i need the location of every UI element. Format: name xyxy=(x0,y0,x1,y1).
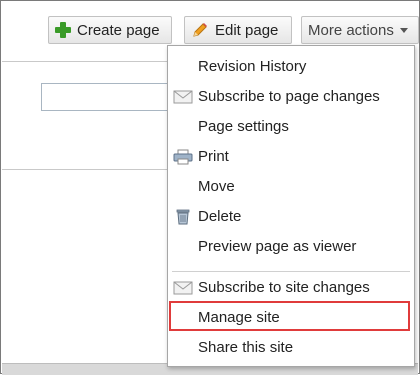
envelope-icon xyxy=(173,90,193,104)
screenshot-frame: Create page Edit page More actions Revis… xyxy=(0,0,420,375)
more-actions-menu: Revision History Subscribe to page chang… xyxy=(167,45,415,367)
menu-item-manage-site[interactable]: Manage site xyxy=(168,303,414,333)
menu-item-subscribe-site-changes[interactable]: Subscribe to site changes xyxy=(168,273,414,303)
plus-icon xyxy=(55,22,71,38)
more-actions-button[interactable]: More actions xyxy=(301,16,419,44)
create-page-label: Create page xyxy=(77,21,160,39)
chevron-down-icon xyxy=(399,28,408,33)
menu-item-subscribe-page-changes[interactable]: Subscribe to page changes xyxy=(168,82,414,112)
menu-item-delete[interactable]: Delete xyxy=(168,202,414,232)
edit-page-label: Edit page xyxy=(215,21,279,39)
menu-item-label: Page settings xyxy=(198,118,289,135)
pencil-icon xyxy=(193,23,207,37)
create-page-button[interactable]: Create page xyxy=(48,16,172,44)
menu-item-label: Print xyxy=(198,148,229,165)
menu-item-preview-as-viewer[interactable]: Preview page as viewer xyxy=(168,232,414,262)
printer-icon xyxy=(173,149,193,165)
trash-icon xyxy=(176,209,190,225)
menu-item-revision-history[interactable]: Revision History xyxy=(168,52,414,82)
menu-item-print[interactable]: Print xyxy=(168,142,414,172)
menu-item-label: Delete xyxy=(198,208,242,225)
menu-separator xyxy=(172,271,410,272)
menu-item-label: Preview page as viewer xyxy=(198,238,357,255)
menu-item-label: Share this site xyxy=(198,339,294,356)
menu-item-label: Move xyxy=(198,178,235,195)
divider xyxy=(2,169,170,170)
menu-item-label: Subscribe to page changes xyxy=(198,88,380,105)
menu-item-label: Manage site xyxy=(198,309,280,326)
envelope-icon xyxy=(173,281,193,295)
menu-item-label: Revision History xyxy=(198,58,307,75)
menu-item-page-settings[interactable]: Page settings xyxy=(168,112,414,142)
divider xyxy=(2,61,170,62)
page-text-input[interactable] xyxy=(41,83,171,111)
more-actions-label: More actions xyxy=(308,21,394,39)
menu-item-label: Subscribe to site changes xyxy=(198,279,370,296)
menu-item-share-site[interactable]: Share this site xyxy=(168,333,414,363)
edit-page-button[interactable]: Edit page xyxy=(184,16,292,44)
menu-item-move[interactable]: Move xyxy=(168,172,414,202)
